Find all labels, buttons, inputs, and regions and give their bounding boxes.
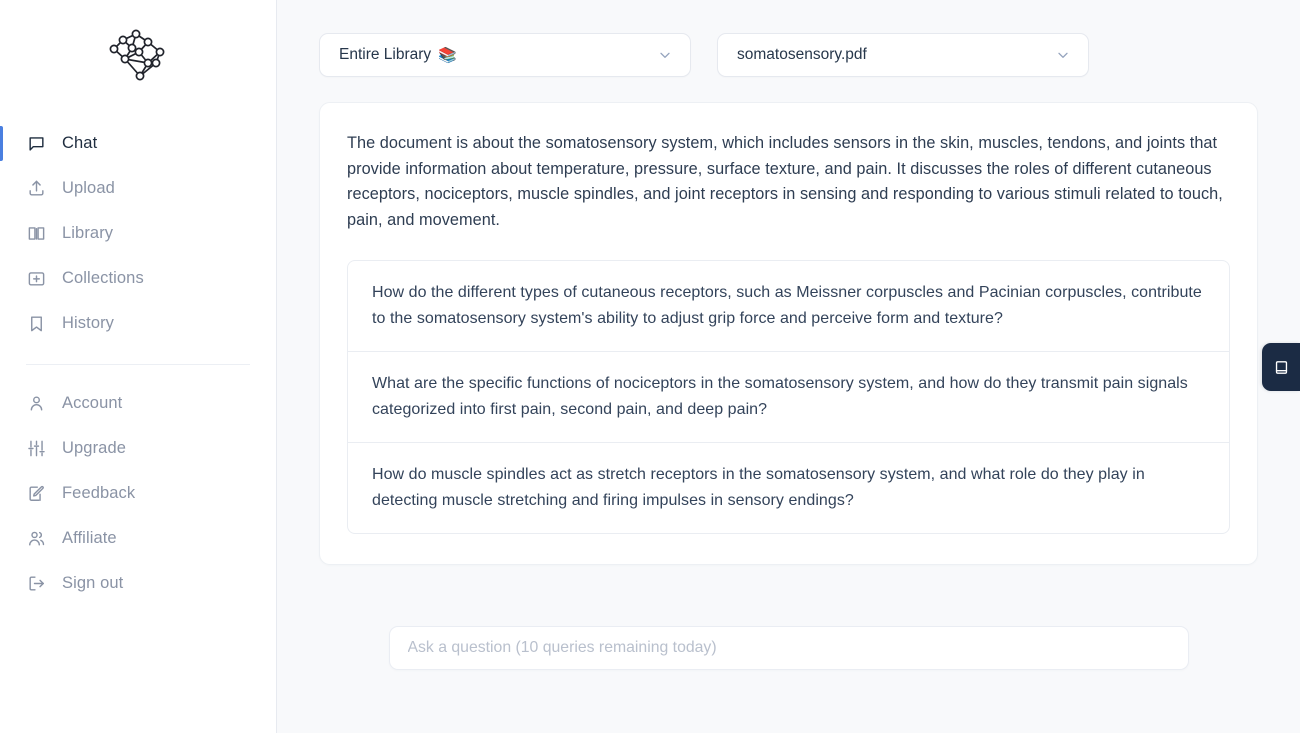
- question-input[interactable]: [388, 626, 1189, 670]
- app-root: Chat Upload Library Collections History …: [0, 0, 1300, 733]
- sidebar-item-affiliate[interactable]: Affiliate: [0, 516, 276, 561]
- sidebar-item-chat[interactable]: Chat: [0, 121, 276, 166]
- sidebar-item-history[interactable]: History: [0, 301, 276, 346]
- document-select[interactable]: somatosensory.pdf: [717, 33, 1089, 77]
- document-select-value: somatosensory.pdf: [737, 46, 867, 63]
- sidebar-divider: [26, 364, 250, 365]
- bookmark-icon: [26, 313, 47, 334]
- sidebar-item-label: Chat: [62, 134, 98, 152]
- sidebar-item-account[interactable]: Account: [0, 381, 276, 426]
- sidebar-item-upgrade[interactable]: Upgrade: [0, 426, 276, 471]
- sidebar-item-upload[interactable]: Upload: [0, 166, 276, 211]
- sidebar-item-label: Collections: [62, 269, 144, 287]
- user-icon: [26, 393, 47, 414]
- sidebar-item-label: Upgrade: [62, 439, 126, 457]
- toolbar: Entire Library 📚 somatosensory.pdf: [319, 0, 1258, 77]
- app-logo[interactable]: [0, 0, 276, 112]
- scope-select-value-wrap: Entire Library 📚: [339, 46, 457, 64]
- sidebar: Chat Upload Library Collections History …: [0, 0, 277, 733]
- book-open-icon: [26, 223, 47, 244]
- sidebar-item-feedback[interactable]: Feedback: [0, 471, 276, 516]
- sidebar-item-label: Upload: [62, 179, 115, 197]
- composer: [277, 626, 1300, 670]
- sliders-icon: [26, 438, 47, 459]
- document-select-value-wrap: somatosensory.pdf: [737, 46, 867, 64]
- sidebar-item-sign-out[interactable]: Sign out: [0, 561, 276, 606]
- scope-select-value: Entire Library: [339, 46, 432, 63]
- summary-card: The document is about the somatosensory …: [319, 102, 1258, 565]
- brain-network-logo: [106, 26, 170, 86]
- side-panel-toggle[interactable]: [1262, 343, 1300, 391]
- sidebar-item-label: History: [62, 314, 115, 332]
- document-summary: The document is about the somatosensory …: [347, 134, 1223, 229]
- chevron-down-icon: [657, 47, 673, 63]
- sidebar-primary-nav: Chat Upload Library Collections History: [0, 112, 276, 346]
- sidebar-item-label: Sign out: [62, 574, 124, 592]
- upload-icon: [26, 178, 47, 199]
- main-content: Entire Library 📚 somatosensory.pdf The d…: [277, 0, 1300, 733]
- sidebar-item-label: Library: [62, 224, 114, 242]
- suggested-question-item[interactable]: How do muscle spindles act as stretch re…: [348, 443, 1229, 533]
- suggested-question-item[interactable]: What are the specific functions of nocic…: [348, 352, 1229, 443]
- chat-bubble-icon: [26, 133, 47, 154]
- book-panel-icon: [1273, 359, 1290, 376]
- sidebar-item-label: Account: [62, 394, 123, 412]
- edit-square-icon: [26, 483, 47, 504]
- books-emoji-icon: 📚: [438, 46, 457, 64]
- chevron-down-icon: [1055, 47, 1071, 63]
- sidebar-item-library[interactable]: Library: [0, 211, 276, 256]
- suggested-questions-list: How do the different types of cutaneous …: [347, 260, 1230, 534]
- sidebar-item-label: Affiliate: [62, 529, 117, 547]
- folder-plus-icon: [26, 268, 47, 289]
- active-indicator: [0, 126, 3, 161]
- sidebar-item-label: Feedback: [62, 484, 136, 502]
- sidebar-secondary-nav: Account Upgrade Feedback Affiliate Sign …: [0, 381, 276, 606]
- suggested-question-item[interactable]: How do the different types of cutaneous …: [348, 261, 1229, 352]
- scope-select[interactable]: Entire Library 📚: [319, 33, 691, 77]
- users-icon: [26, 528, 47, 549]
- sidebar-item-collections[interactable]: Collections: [0, 256, 276, 301]
- footer-disclaimer: [277, 726, 1300, 733]
- logout-icon: [26, 573, 47, 594]
